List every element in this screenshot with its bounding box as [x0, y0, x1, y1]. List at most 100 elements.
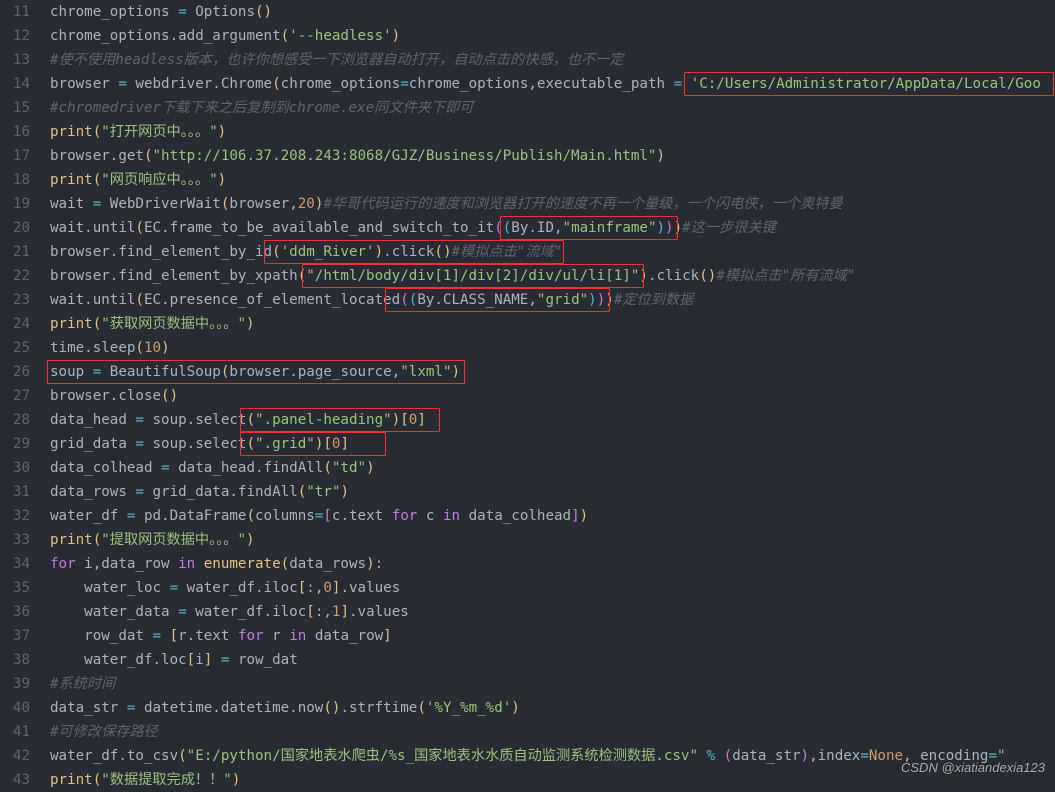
- code-token: data_rows: [50, 484, 135, 500]
- code-line[interactable]: print("打开网页中。。。"): [50, 120, 1055, 144]
- code-token: ): [580, 508, 589, 524]
- code-line[interactable]: chrome_options = Options(): [50, 0, 1055, 24]
- code-token: data_str: [50, 700, 127, 716]
- code-token: ]: [571, 508, 580, 524]
- code-token: (: [417, 700, 426, 716]
- line-number: 16: [0, 120, 30, 144]
- code-line[interactable]: time.sleep(10): [50, 336, 1055, 360]
- code-token: %: [707, 748, 716, 764]
- code-token: ): [639, 268, 648, 284]
- code-token: browser.find_element_by_xpath: [50, 268, 298, 284]
- line-number: 15: [0, 96, 30, 120]
- code-line[interactable]: print("网页响应中。。。"): [50, 168, 1055, 192]
- line-number: 25: [0, 336, 30, 360]
- code-line[interactable]: wait.until(EC.presence_of_element_locate…: [50, 288, 1055, 312]
- code-token: (: [135, 220, 144, 236]
- code-line[interactable]: data_str = datetime.datetime.now().strft…: [50, 696, 1055, 720]
- code-token: :,: [306, 580, 323, 596]
- code-token: "td": [332, 460, 366, 476]
- code-token: wait: [50, 196, 93, 212]
- code-line[interactable]: water_df.loc[i] = row_dat: [50, 648, 1055, 672]
- code-token: "http://106.37.208.243:8068/GJZ/Business…: [153, 148, 657, 164]
- code-token: #定位到数据: [614, 292, 693, 308]
- code-token: .values: [349, 604, 409, 620]
- code-token: =: [93, 196, 102, 212]
- code-token: (: [494, 220, 503, 236]
- code-token: webdriver.Chrome: [127, 76, 272, 92]
- line-number: 28: [0, 408, 30, 432]
- code-line[interactable]: browser.get("http://106.37.208.243:8068/…: [50, 144, 1055, 168]
- code-token: :,: [315, 604, 332, 620]
- code-content[interactable]: chrome_options = Options()chrome_options…: [50, 0, 1055, 786]
- code-token: (: [281, 28, 290, 44]
- code-token: ".panel-heading": [255, 412, 392, 428]
- code-token: (: [178, 748, 187, 764]
- code-token: (): [161, 388, 178, 404]
- code-token: (: [93, 772, 102, 786]
- code-token: "提取网页数据中。。。": [101, 532, 246, 548]
- code-line[interactable]: wait.until(EC.frame_to_be_available_and_…: [50, 216, 1055, 240]
- code-token: (: [272, 244, 281, 260]
- code-token: =: [135, 484, 144, 500]
- code-line[interactable]: data_head = soup.select(".panel-heading"…: [50, 408, 1055, 432]
- line-number: 35: [0, 576, 30, 600]
- code-line[interactable]: #可修改保存路径: [50, 720, 1055, 744]
- code-token: =: [178, 4, 187, 20]
- code-line[interactable]: #使不使用headless版本，也许你想感受一下浏览器自动打开，自动点击的快感，…: [50, 48, 1055, 72]
- code-token: in: [178, 556, 195, 572]
- line-number: 14: [0, 72, 30, 96]
- code-line[interactable]: browser = webdriver.Chrome(chrome_option…: [50, 72, 1055, 96]
- code-token: [: [323, 508, 332, 524]
- code-token: [: [323, 436, 332, 452]
- code-token: [161, 628, 170, 644]
- code-token: ): [657, 220, 666, 236]
- code-line[interactable]: for i,data_row in enumerate(data_rows):: [50, 552, 1055, 576]
- line-number: 23: [0, 288, 30, 312]
- code-line[interactable]: water_df = pd.DataFrame(columns=[c.text …: [50, 504, 1055, 528]
- code-token: [195, 556, 204, 572]
- code-token: ): [588, 292, 597, 308]
- code-token: ): [246, 532, 255, 548]
- code-token: ): [218, 172, 227, 188]
- code-token: print: [50, 316, 93, 332]
- line-number: 32: [0, 504, 30, 528]
- code-token: "打开网页中。。。": [101, 124, 217, 140]
- code-token: (: [135, 340, 144, 356]
- code-line[interactable]: chrome_options.add_argument('--headless'…: [50, 24, 1055, 48]
- code-token: WebDriverWait: [101, 196, 221, 212]
- code-line[interactable]: soup = BeautifulSoup(browser.page_source…: [50, 360, 1055, 384]
- line-number: 36: [0, 600, 30, 624]
- code-token: #系统时间: [50, 676, 115, 692]
- code-token: (): [699, 268, 716, 284]
- code-token: "E:/python/国家地表水爬虫/%s_国家地表水水质自动监测系统检测数据.…: [187, 748, 698, 764]
- code-token: for: [392, 508, 418, 524]
- code-token: .values: [340, 580, 400, 596]
- code-line[interactable]: print("获取网页数据中。。。"): [50, 312, 1055, 336]
- code-line[interactable]: water_loc = water_df.iloc[:,0].values: [50, 576, 1055, 600]
- code-line[interactable]: #chromedriver下载下来之后复制到chrome.exe同文件夹下即可: [50, 96, 1055, 120]
- code-token: water_df: [50, 508, 127, 524]
- code-line[interactable]: row_dat = [r.text for r in data_row]: [50, 624, 1055, 648]
- code-line[interactable]: browser.find_element_by_xpath("/html/bod…: [50, 264, 1055, 288]
- code-token: (: [724, 748, 733, 764]
- code-line[interactable]: browser.close(): [50, 384, 1055, 408]
- code-token: "tr": [306, 484, 340, 500]
- code-editor-pane[interactable]: 1112131415161718192021222324252627282930…: [0, 0, 1055, 786]
- code-token: ): [366, 556, 375, 572]
- code-line[interactable]: wait = WebDriverWait(browser,20)#华哥代码运行的…: [50, 192, 1055, 216]
- code-line[interactable]: browser.find_element_by_id('ddm_River').…: [50, 240, 1055, 264]
- code-line[interactable]: grid_data = soup.select(".grid")[0]: [50, 432, 1055, 456]
- code-token: "网页响应中。。。": [101, 172, 217, 188]
- code-line[interactable]: data_colhead = data_head.findAll("td"): [50, 456, 1055, 480]
- code-token: =: [135, 436, 144, 452]
- code-line[interactable]: data_rows = grid_data.findAll("tr"): [50, 480, 1055, 504]
- line-number: 21: [0, 240, 30, 264]
- line-number: 17: [0, 144, 30, 168]
- code-line[interactable]: #系统时间: [50, 672, 1055, 696]
- code-token: .click: [648, 268, 699, 284]
- code-token: =: [118, 76, 127, 92]
- code-token: wait.until: [50, 292, 135, 308]
- code-line[interactable]: water_data = water_df.iloc[:,1].values: [50, 600, 1055, 624]
- code-token: By.ID,: [511, 220, 562, 236]
- code-line[interactable]: print("提取网页数据中。。。"): [50, 528, 1055, 552]
